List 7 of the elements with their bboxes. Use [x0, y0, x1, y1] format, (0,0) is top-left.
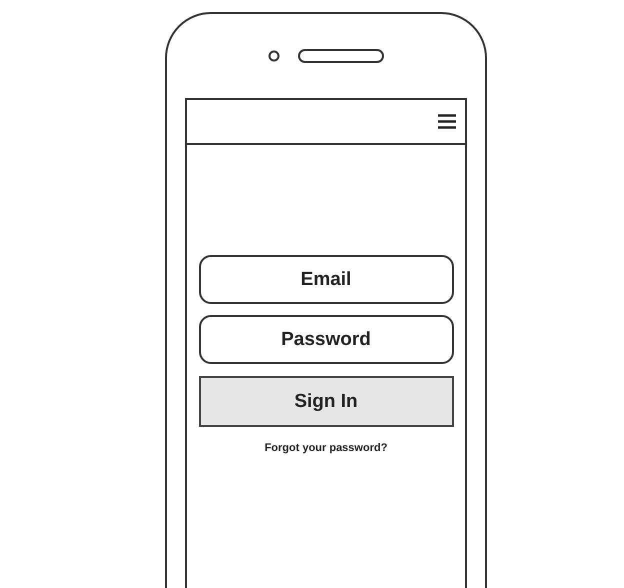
- email-field[interactable]: Email: [198, 255, 454, 304]
- password-field[interactable]: Password: [198, 315, 454, 364]
- menu-icon[interactable]: [438, 114, 456, 129]
- speaker-icon: [298, 49, 384, 63]
- sign-in-button[interactable]: Sign In: [198, 376, 454, 427]
- camera-icon: [268, 50, 280, 62]
- forgot-password-link[interactable]: Forgot your password?: [264, 442, 388, 454]
